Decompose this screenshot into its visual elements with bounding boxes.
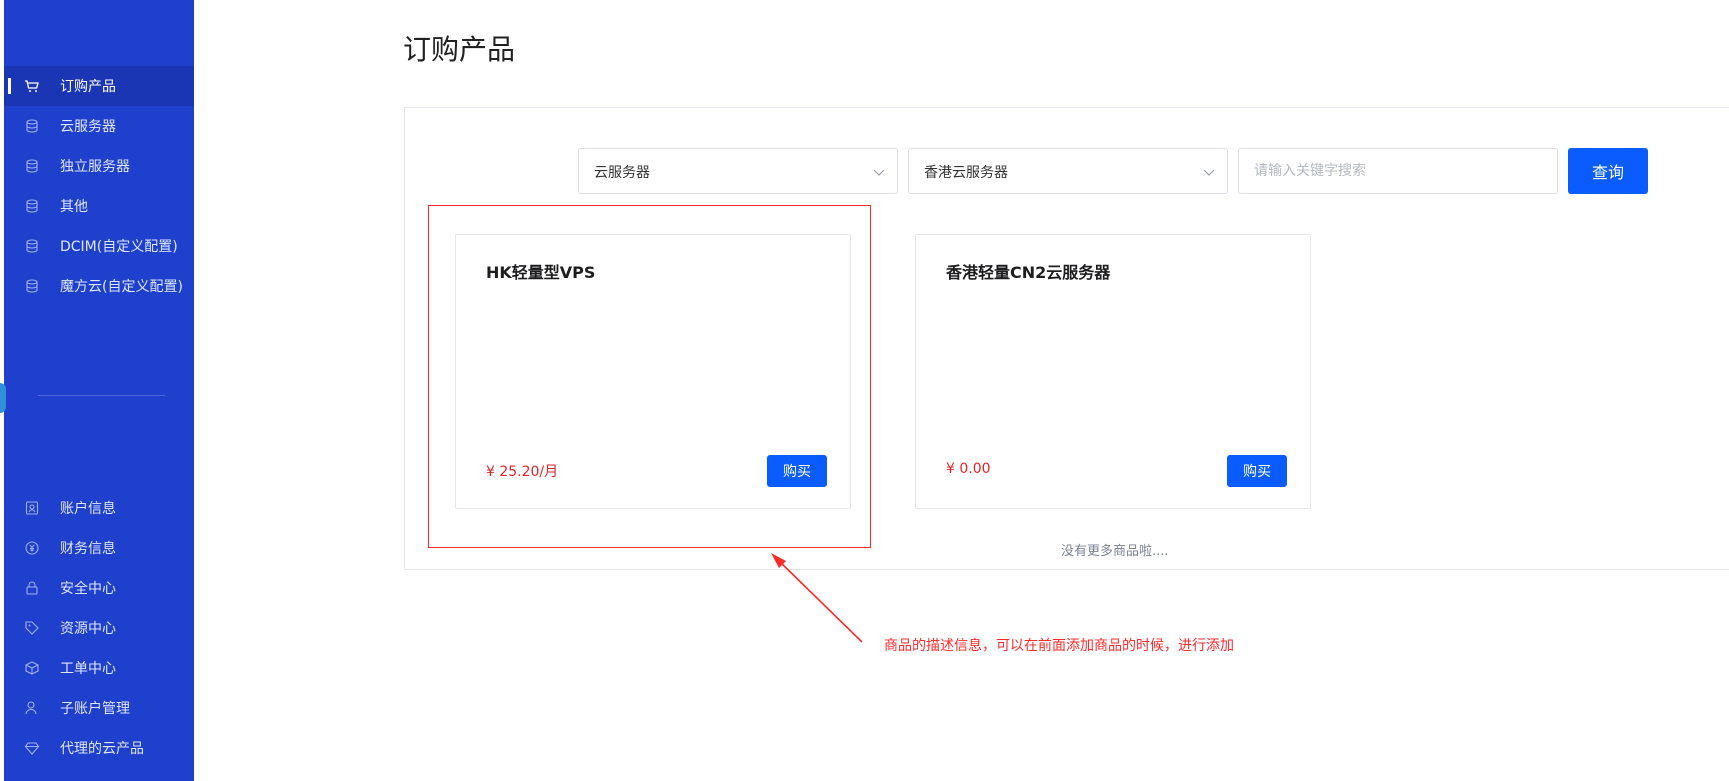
sidebar-item-mofang-cloud[interactable]: 魔方云(自定义配置): [4, 266, 194, 306]
sidebar-item-label: 子账户管理: [60, 701, 130, 717]
sidebar-item-label: 账户信息: [60, 501, 116, 517]
page-title: 订购产品: [403, 33, 516, 66]
sidebar-item-label: 其他: [60, 199, 88, 215]
tag-icon: [25, 621, 39, 635]
group-select-value: 香港云服务器: [924, 165, 1008, 181]
yen-coin-icon: [25, 541, 39, 555]
active-indicator: [8, 78, 11, 94]
sidebar-item-label: 独立服务器: [60, 159, 130, 175]
search-input[interactable]: [1238, 148, 1558, 194]
sidebar-item-label: 财务信息: [60, 541, 116, 557]
lock-icon: [26, 581, 38, 595]
sidebar-item-dedicated-server[interactable]: 独立服务器: [4, 146, 194, 186]
category-select[interactable]: 云服务器: [578, 148, 898, 194]
database-icon: [26, 159, 38, 173]
annotation-highlight-box: [428, 205, 871, 548]
id-card-icon: [25, 501, 39, 515]
sidebar-item-label: 安全中心: [60, 581, 116, 597]
sidebar-item-sub-account[interactable]: 子账户管理: [4, 688, 194, 728]
sidebar-item-label: 魔方云(自定义配置): [60, 279, 183, 295]
product-card: 香港轻量CN2云服务器 ¥ 0.00 购买: [915, 234, 1311, 509]
category-select-value: 云服务器: [594, 165, 650, 181]
sidebar-collapse-handle[interactable]: [0, 383, 6, 413]
sidebar-item-label: 代理的云产品: [60, 741, 144, 757]
product-price: ¥ 0.00: [946, 461, 991, 477]
chevron-down-icon: [1203, 169, 1215, 176]
query-button[interactable]: 查询: [1568, 148, 1648, 194]
database-icon: [26, 199, 38, 213]
sidebar-item-dcim[interactable]: DCIM(自定义配置): [4, 226, 194, 266]
annotation-text: 商品的描述信息，可以在前面添加商品的时候，进行添加: [884, 638, 1234, 654]
sidebar-divider: [38, 395, 165, 396]
cart-icon: [25, 80, 39, 92]
sidebar-item-label: DCIM(自定义配置): [60, 239, 178, 255]
sidebar-item-resource-center[interactable]: 资源中心: [4, 608, 194, 648]
sidebar-item-cloud-server[interactable]: 云服务器: [4, 106, 194, 146]
database-icon: [26, 239, 38, 253]
no-more-products-text: 没有更多商品啦....: [1061, 544, 1169, 559]
sidebar-item-label: 云服务器: [60, 119, 116, 135]
sidebar-item-order-products[interactable]: 订购产品: [4, 66, 194, 106]
sidebar-item-label: 订购产品: [60, 79, 116, 95]
product-name: 香港轻量CN2云服务器: [946, 263, 1111, 282]
database-icon: [26, 119, 38, 133]
sidebar-item-ticket-center[interactable]: 工单中心: [4, 648, 194, 688]
sidebar-item-agent-cloud-products[interactable]: 代理的云产品: [4, 728, 194, 768]
chevron-down-icon: [873, 169, 885, 176]
sidebar-item-label: 资源中心: [60, 621, 116, 637]
database-icon: [26, 279, 38, 293]
page: 订购产品 云服务器 独立服务器 其他 DCIM(自定义配置) 魔方云(自定义配置…: [0, 0, 1729, 781]
sidebar-item-account-info[interactable]: 账户信息: [4, 488, 194, 528]
group-select[interactable]: 香港云服务器: [908, 148, 1228, 194]
box-icon: [25, 661, 39, 675]
user-icon: [25, 701, 37, 715]
sidebar: 订购产品 云服务器 独立服务器 其他 DCIM(自定义配置) 魔方云(自定义配置…: [4, 0, 194, 781]
sidebar-item-other[interactable]: 其他: [4, 186, 194, 226]
sidebar-item-finance-info[interactable]: 财务信息: [4, 528, 194, 568]
buy-button[interactable]: 购买: [1227, 455, 1287, 487]
sidebar-item-security-center[interactable]: 安全中心: [4, 568, 194, 608]
sidebar-item-label: 工单中心: [60, 661, 116, 677]
diamond-icon: [24, 742, 40, 755]
